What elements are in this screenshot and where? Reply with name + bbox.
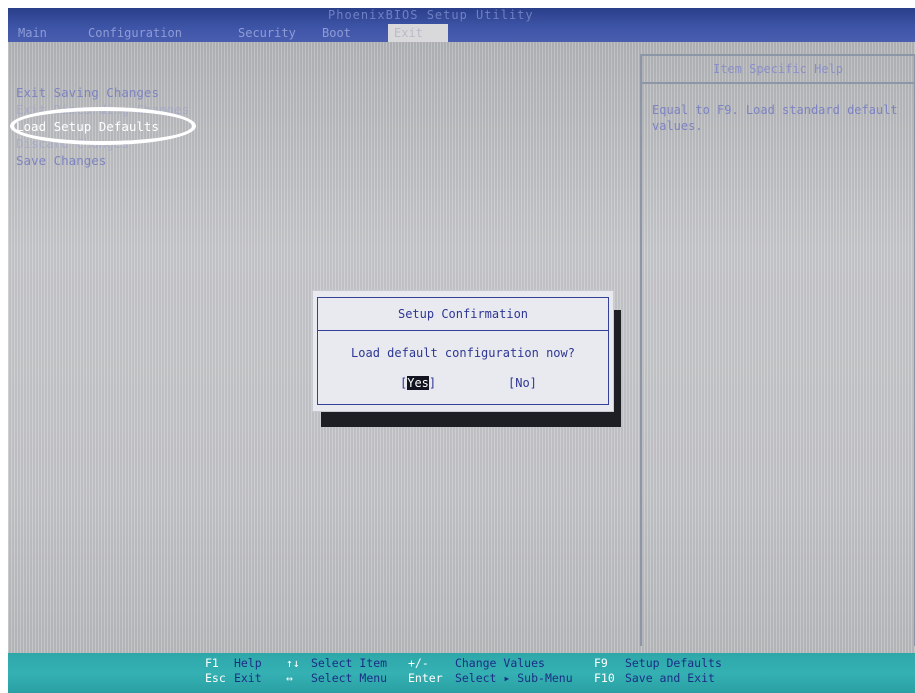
dialog-frame: Setup Confirmation Load default configur…	[317, 297, 609, 405]
arrows-updown-icon: ↑↓	[286, 656, 300, 670]
utility-title: PhoenixBIOS Setup Utility	[328, 8, 534, 22]
no-button[interactable]: [No]	[508, 375, 537, 391]
key-enter-action: Select ▸ Sub-Menu	[454, 671, 573, 685]
tab-configuration[interactable]: Configuration	[76, 24, 238, 42]
key-f9-action: Setup Defaults	[624, 656, 722, 670]
tab-main[interactable]: Main	[18, 24, 76, 42]
legend-col-4: F9 Setup Defaults F10 Save and Exit	[594, 656, 722, 686]
option-save-changes[interactable]: Save Changes	[16, 152, 189, 169]
bios-screen: PhoenixBIOS Setup Utility Main Configura…	[8, 8, 915, 693]
annotation-circle	[10, 107, 196, 145]
yes-button[interactable]: [Yes]	[400, 375, 436, 391]
yes-label: Yes	[407, 376, 429, 390]
legend-col-2: ↑↓ Select Item ↔ Select Menu	[286, 656, 387, 686]
key-f1-action: Help	[233, 656, 262, 670]
legend-col-1: F1 Help Esc Exit	[205, 656, 262, 686]
key-enter: Enter	[408, 671, 443, 685]
key-f10-action: Save and Exit	[624, 671, 715, 685]
key-plusminus: +/-	[408, 656, 429, 670]
key-esc-action: Exit	[233, 671, 262, 685]
tab-security[interactable]: Security	[238, 24, 322, 42]
tab-boot[interactable]: Boot	[322, 24, 388, 42]
key-leftright-action: Select Menu	[310, 671, 388, 685]
key-updown-action: Select Item	[310, 656, 388, 670]
key-legend-bar: F1 Help Esc Exit ↑↓ Select Item ↔ Select…	[8, 653, 915, 693]
option-exit-saving-changes[interactable]: Exit Saving Changes	[16, 84, 189, 101]
arrows-leftright-icon: ↔	[286, 671, 293, 685]
key-esc: Esc	[205, 671, 226, 685]
tab-exit[interactable]: Exit	[388, 24, 448, 42]
help-text: Equal to F9. Load standard default value…	[652, 103, 898, 133]
key-f10: F10	[594, 671, 615, 685]
legend-col-3: +/- Change Values Enter Select ▸ Sub-Men…	[408, 656, 573, 686]
menu-bar: PhoenixBIOS Setup Utility Main Configura…	[8, 8, 915, 42]
setup-confirmation-dialog: Setup Confirmation Load default configur…	[313, 291, 613, 411]
help-pane: Item Specific Help Equal to F9. Load sta…	[640, 54, 915, 646]
menu-tabs: Main Configuration Security Boot Exit	[8, 24, 448, 42]
dialog-buttons: [Yes] [No]	[318, 375, 608, 391]
dialog-title: Setup Confirmation	[318, 298, 608, 331]
key-plusminus-action: Change Values	[454, 656, 545, 670]
yes-bracket-close: ]	[428, 376, 437, 390]
help-title: Item Specific Help	[642, 56, 914, 84]
dialog-message: Load default configuration now?	[351, 346, 575, 360]
key-f1: F1	[205, 656, 219, 670]
key-f9: F9	[594, 656, 608, 670]
